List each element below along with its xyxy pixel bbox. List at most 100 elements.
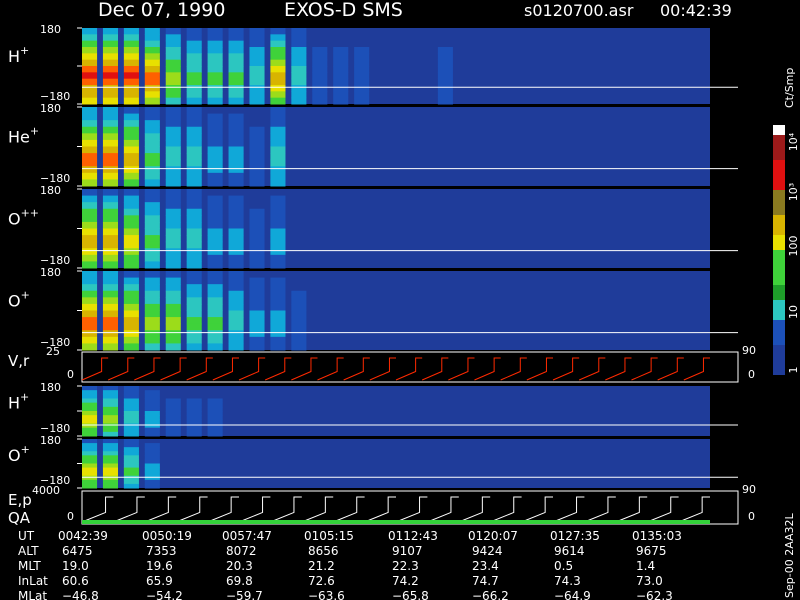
heatmap-cell: [102, 455, 119, 460]
heatmap-cell: [228, 120, 244, 128]
heatmap-cell: [165, 133, 181, 141]
heatmap-cell: [144, 459, 160, 464]
heatmap-cell: [207, 271, 223, 279]
heatmap-cell: [82, 59, 98, 67]
colorbar-swatch: [773, 320, 785, 345]
heatmap-cell: [144, 394, 160, 399]
heatmap-cell: [165, 215, 181, 223]
heatmap-cell: [144, 297, 160, 305]
heatmap-cell: [228, 126, 244, 134]
heatmap-cell: [228, 40, 244, 48]
ephemeris-value: 19.6: [146, 559, 173, 573]
heatmap-cell: [207, 97, 223, 105]
heatmap-cell: [165, 317, 181, 325]
heatmap-cell: [270, 47, 286, 54]
heatmap-cell: [123, 455, 139, 460]
heatmap-cell: [82, 189, 98, 197]
ephemeris-value: 21.2: [308, 559, 335, 573]
heatmap-cell: [186, 297, 202, 305]
heatmap-cell: [165, 411, 181, 416]
heatmap-cell: [186, 208, 202, 216]
heatmap-cell: [102, 261, 119, 269]
heatmap-cell: [228, 330, 244, 338]
ephemeris-value: −54.2: [146, 589, 183, 600]
heatmap-cell: [270, 179, 286, 187]
heatmap-cell: [207, 343, 223, 351]
heatmap-cell: [123, 166, 139, 174]
heatmap-cell: [165, 107, 181, 115]
heatmap-cell: [249, 53, 265, 61]
ephemeris-row-label: MLat: [18, 589, 47, 600]
colorbar-swatch: [773, 215, 785, 235]
heatmap-cell: [249, 248, 265, 256]
heatmap-cell: [82, 443, 98, 448]
heatmap-cell: [82, 336, 98, 344]
heatmap-cell: [249, 330, 265, 338]
heatmap-cell: [82, 455, 98, 460]
heatmap-cell: [207, 398, 223, 404]
heatmap-cell: [249, 323, 265, 331]
heatmap-cell: [270, 241, 286, 249]
heatmap-cell: [82, 386, 98, 391]
heatmap-cell: [207, 195, 223, 203]
heatmap-cell: [354, 91, 370, 99]
heatmap-cell: [144, 91, 160, 99]
heatmap-cell: [144, 120, 160, 128]
panel-species-label: H+: [8, 391, 29, 413]
side-label: Sep-00 2AA32L: [783, 512, 796, 598]
heatmap-cell: [165, 91, 181, 99]
panel-species-charge: +: [30, 125, 39, 138]
heatmap-cell: [165, 195, 181, 203]
header-time: 00:42:39: [660, 1, 732, 20]
heatmap-cell: [333, 47, 349, 54]
exos-d-sms-screen: Dec 07, 1990 EXOS-D SMS s0120700.asr 00:…: [0, 0, 800, 600]
heatmap-cell: [333, 97, 349, 105]
heatmap-cell: [186, 34, 202, 42]
heatmap-cell: [249, 241, 265, 249]
heatmap-cell: [270, 126, 286, 134]
heatmap-cell: [144, 166, 160, 174]
heatmap-cell: [186, 47, 202, 54]
heatmap-cell: [270, 72, 286, 80]
line-ymin-label: 0: [67, 368, 74, 381]
heatmap-cell: [207, 406, 223, 412]
heatmap-cell: [102, 336, 119, 344]
line-ymax-label: 25: [46, 345, 60, 358]
heatmap-cell: [249, 146, 265, 154]
heatmap-cell: [186, 254, 202, 262]
heatmap-cell: [354, 78, 370, 86]
heatmap-cell: [144, 390, 160, 395]
heatmap-cell: [228, 66, 244, 73]
heatmap-cell: [123, 459, 139, 464]
heatmap-cell: [82, 271, 98, 279]
heatmap-cell: [165, 53, 181, 61]
ephemeris-value: 73.0: [636, 574, 663, 588]
heatmap-cell: [102, 483, 119, 489]
heatmap-cell: [207, 91, 223, 99]
heatmap-cell: [144, 483, 160, 489]
heatmap-cell: [228, 284, 244, 292]
heatmap-cell: [165, 303, 181, 311]
heatmap-cell: [186, 431, 202, 437]
ephemeris-value: −65.8: [392, 589, 429, 600]
colorbar-swatch: [773, 250, 785, 285]
heatmap-cell: [207, 290, 223, 298]
heatmap-cell: [123, 479, 139, 485]
heatmap-cell: [82, 113, 98, 121]
heatmap-cell: [123, 146, 139, 154]
heatmap-cell: [207, 248, 223, 256]
heatmap-cell: [102, 179, 119, 187]
line-panel-label-2: QA: [8, 509, 31, 527]
heatmap-cell: [207, 330, 223, 338]
panel-ymax-label: 180: [40, 23, 61, 36]
heatmap-cell: [270, 215, 286, 223]
heatmap-cell: [144, 113, 160, 121]
heatmap-cell: [228, 202, 244, 210]
panel-ymax-label: 180: [40, 184, 61, 197]
heatmap-cell: [123, 330, 139, 338]
heatmap-cell: [291, 85, 307, 92]
heatmap-cell: [312, 91, 328, 99]
heatmap-cell: [207, 323, 223, 331]
heatmap-cell: [123, 297, 139, 305]
heatmap-cell: [291, 330, 307, 338]
